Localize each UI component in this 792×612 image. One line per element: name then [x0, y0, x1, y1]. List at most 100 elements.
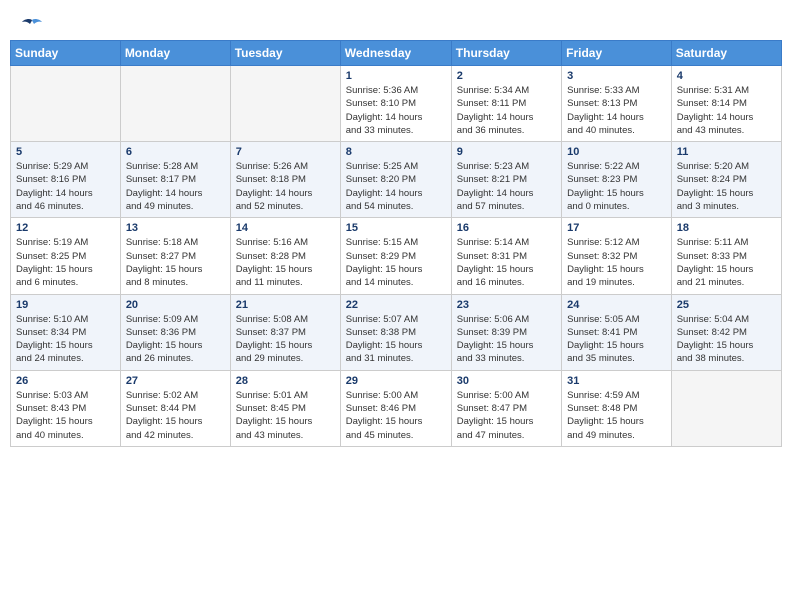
calendar-cell: 12 Sunrise: 5:19 AM Sunset: 8:25 PM Dayli… — [11, 218, 121, 294]
day-number: 21 — [236, 299, 335, 311]
day-info: Sunrise: 5:05 AM Sunset: 8:41 PM Dayligh… — [567, 313, 666, 366]
day-info: Sunrise: 5:04 AM Sunset: 8:42 PM Dayligh… — [677, 313, 776, 366]
calendar-cell: 31Sunrise: 4:59 AM Sunset: 8:48 PM Dayli… — [562, 370, 672, 446]
day-info: Sunrise: 5:08 AM Sunset: 8:37 PM Dayligh… — [236, 313, 335, 366]
day-info: Sunrise: 5:16 AM Sunset: 8:28 PM Dayligh… — [236, 236, 335, 289]
calendar-cell: 20Sunrise: 5:09 AM Sunset: 8:36 PM Dayli… — [120, 294, 230, 370]
day-info: Sunrise: 5:06 AM Sunset: 8:39 PM Dayligh… — [457, 313, 556, 366]
calendar-cell: 4 Sunrise: 5:31 AM Sunset: 8:14 PM Daylig… — [671, 66, 781, 142]
calendar-table: SundayMondayTuesdayWednesdayThursdayFrid… — [10, 40, 782, 447]
calendar-week-row: 19 Sunrise: 5:10 AM Sunset: 8:34 PM Dayli… — [11, 294, 782, 370]
calendar-cell: 5 Sunrise: 5:29 AM Sunset: 8:16 PM Daylig… — [11, 142, 121, 218]
day-number: 1 — [346, 70, 446, 82]
weekday-header-sunday: Sunday — [11, 41, 121, 66]
day-number: 10 — [567, 146, 666, 158]
day-number: 29 — [346, 375, 446, 387]
weekday-header-monday: Monday — [120, 41, 230, 66]
logo-bird-icon — [22, 18, 42, 34]
calendar-cell: 19 Sunrise: 5:10 AM Sunset: 8:34 PM Dayli… — [11, 294, 121, 370]
weekday-header-saturday: Saturday — [671, 41, 781, 66]
day-number: 5 — [16, 146, 115, 158]
day-number: 30 — [457, 375, 556, 387]
day-info: Sunrise: 5:18 AM Sunset: 8:27 PM Dayligh… — [126, 236, 225, 289]
day-number: 18 — [677, 222, 776, 234]
day-number: 4 — [677, 70, 776, 82]
day-info: Sunrise: 5:22 AM Sunset: 8:23 PM Dayligh… — [567, 160, 666, 213]
day-info: Sunrise: 5:00 AM Sunset: 8:47 PM Dayligh… — [457, 389, 556, 442]
calendar-cell: 28Sunrise: 5:01 AM Sunset: 8:45 PM Dayli… — [230, 370, 340, 446]
calendar-cell: 9Sunrise: 5:23 AM Sunset: 8:21 PM Daylig… — [451, 142, 561, 218]
day-number: 16 — [457, 222, 556, 234]
day-number: 12 — [16, 222, 115, 234]
calendar-cell: 10 Sunrise: 5:22 AM Sunset: 8:23 PM Dayli… — [562, 142, 672, 218]
calendar-cell — [230, 66, 340, 142]
page-header — [10, 10, 782, 34]
calendar-cell: 18 Sunrise: 5:11 AM Sunset: 8:33 PM Dayli… — [671, 218, 781, 294]
calendar-cell: 24 Sunrise: 5:05 AM Sunset: 8:41 PM Dayli… — [562, 294, 672, 370]
calendar-cell: 6Sunrise: 5:28 AM Sunset: 8:17 PM Daylig… — [120, 142, 230, 218]
day-number: 13 — [126, 222, 225, 234]
calendar-cell: 3Sunrise: 5:33 AM Sunset: 8:13 PM Daylig… — [562, 66, 672, 142]
calendar-cell: 22 Sunrise: 5:07 AM Sunset: 8:38 PM Dayli… — [340, 294, 451, 370]
day-number: 22 — [346, 299, 446, 311]
day-info: Sunrise: 5:07 AM Sunset: 8:38 PM Dayligh… — [346, 313, 446, 366]
day-info: Sunrise: 5:00 AM Sunset: 8:46 PM Dayligh… — [346, 389, 446, 442]
day-number: 20 — [126, 299, 225, 311]
weekday-header-tuesday: Tuesday — [230, 41, 340, 66]
day-info: Sunrise: 5:34 AM Sunset: 8:11 PM Dayligh… — [457, 84, 556, 137]
day-number: 17 — [567, 222, 666, 234]
day-info: Sunrise: 5:31 AM Sunset: 8:14 PM Dayligh… — [677, 84, 776, 137]
calendar-header-row: SundayMondayTuesdayWednesdayThursdayFrid… — [11, 41, 782, 66]
day-info: Sunrise: 5:11 AM Sunset: 8:33 PM Dayligh… — [677, 236, 776, 289]
day-info: Sunrise: 5:14 AM Sunset: 8:31 PM Dayligh… — [457, 236, 556, 289]
day-number: 7 — [236, 146, 335, 158]
calendar-cell: 17 Sunrise: 5:12 AM Sunset: 8:32 PM Dayli… — [562, 218, 672, 294]
day-info: Sunrise: 5:25 AM Sunset: 8:20 PM Dayligh… — [346, 160, 446, 213]
day-number: 19 — [16, 299, 115, 311]
day-info: Sunrise: 5:20 AM Sunset: 8:24 PM Dayligh… — [677, 160, 776, 213]
calendar-week-row: 5 Sunrise: 5:29 AM Sunset: 8:16 PM Daylig… — [11, 142, 782, 218]
day-number: 9 — [457, 146, 556, 158]
calendar-cell: 1 Sunrise: 5:36 AM Sunset: 8:10 PM Daylig… — [340, 66, 451, 142]
day-number: 24 — [567, 299, 666, 311]
day-info: Sunrise: 5:12 AM Sunset: 8:32 PM Dayligh… — [567, 236, 666, 289]
calendar-cell: 26 Sunrise: 5:03 AM Sunset: 8:43 PM Dayli… — [11, 370, 121, 446]
calendar-cell: 11 Sunrise: 5:20 AM Sunset: 8:24 PM Dayli… — [671, 142, 781, 218]
calendar-cell: 21 Sunrise: 5:08 AM Sunset: 8:37 PM Dayli… — [230, 294, 340, 370]
day-number: 11 — [677, 146, 776, 158]
day-info: Sunrise: 5:03 AM Sunset: 8:43 PM Dayligh… — [16, 389, 115, 442]
weekday-header-friday: Friday — [562, 41, 672, 66]
calendar-week-row: 26 Sunrise: 5:03 AM Sunset: 8:43 PM Dayli… — [11, 370, 782, 446]
calendar-cell: 15 Sunrise: 5:15 AM Sunset: 8:29 PM Dayli… — [340, 218, 451, 294]
day-info: Sunrise: 5:36 AM Sunset: 8:10 PM Dayligh… — [346, 84, 446, 137]
day-number: 26 — [16, 375, 115, 387]
calendar-cell: 2 Sunrise: 5:34 AM Sunset: 8:11 PM Daylig… — [451, 66, 561, 142]
day-number: 31 — [567, 375, 666, 387]
day-info: Sunrise: 5:10 AM Sunset: 8:34 PM Dayligh… — [16, 313, 115, 366]
day-info: Sunrise: 5:29 AM Sunset: 8:16 PM Dayligh… — [16, 160, 115, 213]
day-number: 15 — [346, 222, 446, 234]
calendar-cell: 29 Sunrise: 5:00 AM Sunset: 8:46 PM Dayli… — [340, 370, 451, 446]
calendar-week-row: 1 Sunrise: 5:36 AM Sunset: 8:10 PM Daylig… — [11, 66, 782, 142]
calendar-cell: 25Sunrise: 5:04 AM Sunset: 8:42 PM Dayli… — [671, 294, 781, 370]
day-info: Sunrise: 5:19 AM Sunset: 8:25 PM Dayligh… — [16, 236, 115, 289]
calendar-cell: 30 Sunrise: 5:00 AM Sunset: 8:47 PM Dayli… — [451, 370, 561, 446]
calendar-cell: 16 Sunrise: 5:14 AM Sunset: 8:31 PM Dayli… — [451, 218, 561, 294]
calendar-cell: 14Sunrise: 5:16 AM Sunset: 8:28 PM Dayli… — [230, 218, 340, 294]
day-number: 23 — [457, 299, 556, 311]
calendar-week-row: 12 Sunrise: 5:19 AM Sunset: 8:25 PM Dayli… — [11, 218, 782, 294]
day-number: 3 — [567, 70, 666, 82]
day-info: Sunrise: 5:26 AM Sunset: 8:18 PM Dayligh… — [236, 160, 335, 213]
day-number: 28 — [236, 375, 335, 387]
day-number: 2 — [457, 70, 556, 82]
weekday-header-wednesday: Wednesday — [340, 41, 451, 66]
day-info: Sunrise: 5:02 AM Sunset: 8:44 PM Dayligh… — [126, 389, 225, 442]
day-number: 8 — [346, 146, 446, 158]
calendar-cell — [671, 370, 781, 446]
calendar-cell: 7 Sunrise: 5:26 AM Sunset: 8:18 PM Daylig… — [230, 142, 340, 218]
calendar-cell — [120, 66, 230, 142]
day-number: 27 — [126, 375, 225, 387]
day-info: Sunrise: 5:15 AM Sunset: 8:29 PM Dayligh… — [346, 236, 446, 289]
calendar-cell — [11, 66, 121, 142]
logo — [20, 18, 42, 30]
